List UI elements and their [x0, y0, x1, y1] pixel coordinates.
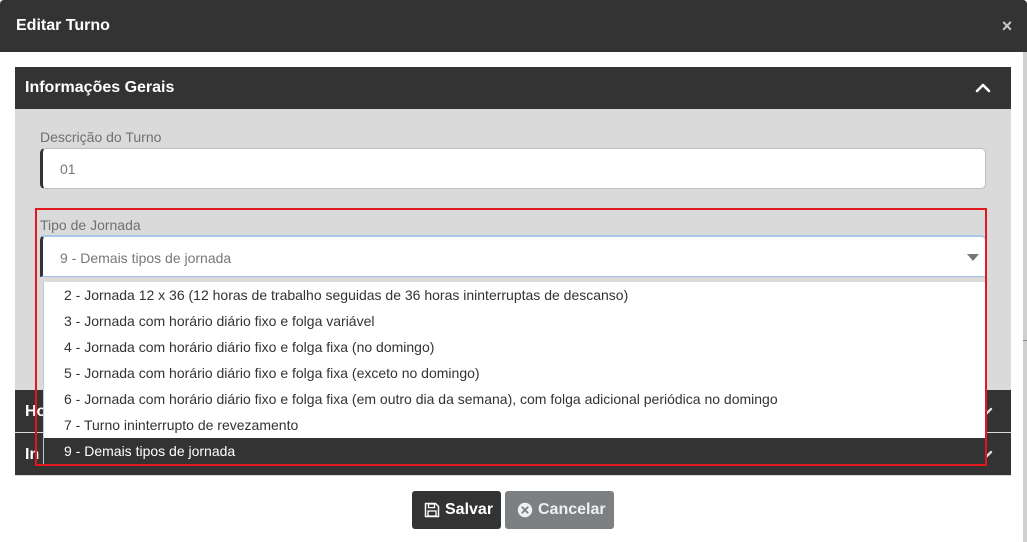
section-title-info: In: [25, 446, 40, 463]
floppy-disk-icon: [424, 502, 440, 518]
cancel-button-label: Cancelar: [538, 501, 606, 518]
journey-option-selected[interactable]: 9 - Demais tipos de jornada: [44, 438, 985, 464]
journey-option[interactable]: 3 - Jornada com horário diário fixo e fo…: [44, 308, 985, 334]
close-icon[interactable]: ×: [997, 16, 1017, 36]
journey-type-options-list: 2 - Jornada 12 x 36 (12 horas de trabalh…: [43, 282, 986, 464]
journey-option[interactable]: 7 - Turno ininterrupto de revezamento: [44, 412, 985, 438]
cancel-button[interactable]: Cancelar: [505, 491, 614, 529]
journey-type-selected-value: 9 - Demais tipos de jornada: [60, 250, 232, 266]
journey-option[interactable]: 2 - Jornada 12 x 36 (12 horas de trabalh…: [44, 282, 985, 308]
journey-type-label: Tipo de Jornada: [40, 217, 141, 233]
journey-option[interactable]: 5 - Jornada com horário diário fixo e fo…: [44, 360, 985, 386]
close-circle-icon: [517, 502, 533, 518]
journey-type-select[interactable]: 9 - Demais tipos de jornada: [40, 235, 986, 277]
caret-down-icon: [967, 254, 979, 261]
journey-option[interactable]: 6 - Jornada com horário diário fixo e fo…: [44, 386, 985, 412]
edit-shift-modal: Editar Turno × Informações Gerais Descri…: [0, 0, 1027, 542]
description-label: Descrição do Turno: [40, 129, 162, 145]
save-button-label: Salvar: [445, 501, 494, 518]
modal-header: Editar Turno ×: [0, 0, 1027, 52]
scrollbar-tick: [1023, 340, 1027, 341]
scrollbar[interactable]: [1023, 52, 1027, 542]
general-info-header[interactable]: Informações Gerais: [15, 67, 1011, 109]
description-input[interactable]: [40, 148, 986, 189]
chevron-up-icon[interactable]: [975, 80, 991, 96]
save-button[interactable]: Salvar: [412, 491, 501, 529]
modal-title: Editar Turno: [16, 17, 110, 34]
general-info-title: Informações Gerais: [25, 79, 175, 96]
journey-option[interactable]: 4 - Jornada com horário diário fixo e fo…: [44, 334, 985, 360]
